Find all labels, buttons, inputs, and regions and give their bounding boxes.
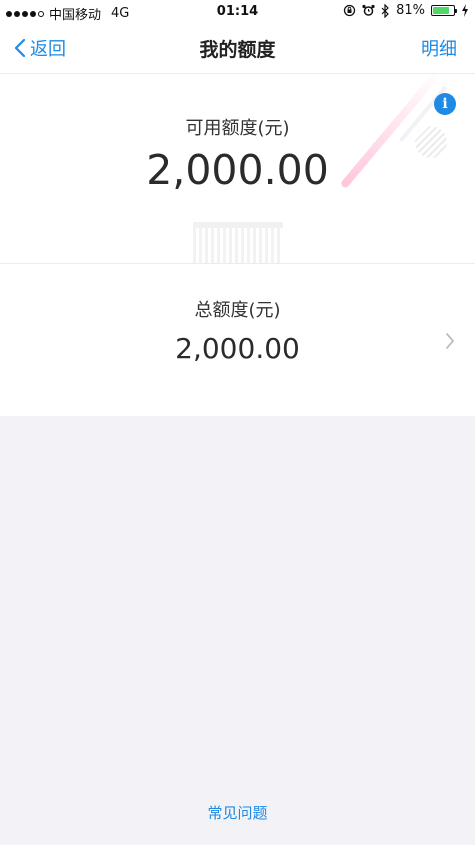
- orientation-lock-icon: [343, 4, 356, 17]
- chevron-left-icon: [14, 38, 26, 58]
- chevron-right-icon: [446, 333, 454, 349]
- info-icon[interactable]: i: [434, 93, 456, 115]
- faq-link[interactable]: 常见问题: [0, 802, 475, 823]
- page-title: 我的额度: [199, 39, 276, 61]
- bluetooth-icon: [381, 3, 389, 18]
- battery-icon: [431, 5, 457, 16]
- total-credit-value: 2,000.00: [175, 332, 300, 365]
- total-credit-row[interactable]: 总额度(元) 2,000.00: [0, 264, 475, 416]
- decorative-watermark: [193, 222, 283, 263]
- status-bar: 中国移动 4G 01:14 81%: [0, 0, 475, 24]
- battery-level-fill: [433, 7, 450, 14]
- status-right: 81%: [343, 3, 469, 18]
- back-button[interactable]: 返回: [14, 35, 66, 61]
- available-credit-card: i 可用额度(元) 2,000.00: [0, 74, 475, 264]
- decorative-watermark-cap: [193, 222, 283, 228]
- available-credit-value: 2,000.00: [146, 146, 329, 194]
- available-credit-label: 可用额度(元): [185, 118, 290, 139]
- detail-button[interactable]: 明细: [421, 35, 457, 61]
- charging-icon: [462, 4, 468, 17]
- alarm-icon: [362, 4, 375, 16]
- back-label: 返回: [30, 39, 66, 60]
- total-credit-label: 总额度(元): [194, 300, 281, 321]
- navigation-bar: 返回 我的额度 明细: [0, 24, 475, 74]
- battery-percent: 81%: [396, 3, 425, 18]
